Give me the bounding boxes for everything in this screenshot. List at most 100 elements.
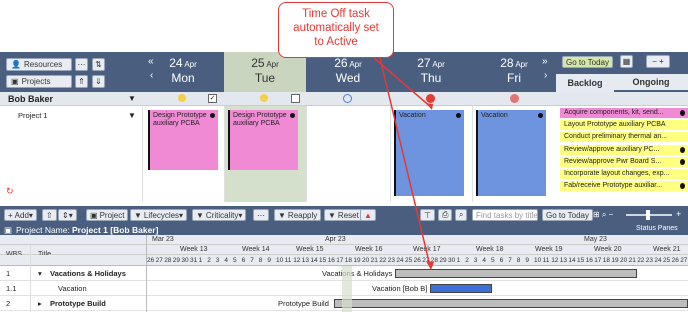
add-button[interactable]: + Add ▾	[4, 209, 37, 221]
list-item[interactable]: Incorporate layout changes, exp...	[560, 168, 688, 179]
month-label: Mar 23	[152, 236, 174, 243]
move-down-icon[interactable]: ⇓	[92, 75, 105, 88]
expand-icon: ▸	[38, 299, 42, 308]
day-label: 11	[284, 257, 292, 264]
collapse-icon: ▾	[38, 269, 42, 278]
day-label: 8	[516, 257, 521, 264]
day-label: 23	[645, 257, 654, 264]
week-label: Week 21	[653, 246, 681, 253]
resources-button[interactable]: 👤 Resources	[6, 58, 72, 71]
gantt-month-header: Mar 23 Apr 23 May 23	[0, 235, 688, 245]
day-header-today: 25 Apr Tue	[224, 52, 306, 92]
indent-icon[interactable]: ⇕▾	[58, 209, 77, 221]
status-dot-icon	[210, 113, 215, 118]
search-input[interactable]: Find tasks by title	[472, 209, 538, 221]
status-panes-button[interactable]: Status Panes	[636, 225, 678, 232]
wbs-cell: 2	[6, 299, 11, 308]
list-item[interactable]: Acquire components, kit, send...	[560, 108, 688, 118]
bar-label: Prototype Build	[278, 299, 329, 308]
list-item[interactable]: Review/approve auxiliary PC...	[560, 144, 688, 155]
day-number: 25 Apr	[251, 56, 279, 70]
resource-row: Bob Baker ▼ ✓	[0, 92, 688, 106]
projects-button[interactable]: ▣ Projects	[6, 75, 72, 88]
day-label: 4	[482, 257, 487, 264]
day-label: 12	[293, 257, 301, 264]
day-label: 21	[628, 257, 636, 264]
task-bar[interactable]	[430, 284, 492, 293]
annotation-callout: Time Off task automatically set to Activ…	[278, 2, 394, 58]
project-bar: ▣ Project Name: Project 1 [Bob Baker] St…	[0, 224, 688, 235]
day-label: 29	[439, 257, 447, 264]
hierarchy-icon[interactable]: ⊤	[420, 209, 435, 221]
zoom-icon[interactable]: ⊞ ⌕ −	[590, 209, 616, 221]
tab-backlog[interactable]: Backlog	[556, 74, 614, 92]
day-label: 29	[172, 257, 181, 264]
day-label: 18	[602, 257, 611, 264]
day-label: 16	[585, 257, 593, 264]
list-item[interactable]: Layout Prototype auxiliary PCBA	[560, 120, 688, 131]
task-card[interactable]: Design Prototype auxiliary PCBA	[228, 110, 298, 170]
summary-bar[interactable]	[395, 269, 637, 278]
criticality-button[interactable]: ▼ Criticality ▾	[192, 209, 247, 221]
day-label: 10	[534, 257, 542, 264]
reset-button[interactable]: ▼ Reset	[324, 209, 363, 221]
week-label: Week 20	[594, 246, 622, 253]
reapply-button[interactable]: ▼ Reapply	[274, 209, 322, 221]
warning-icon[interactable]: ▲	[360, 209, 376, 221]
day-label: 26	[671, 257, 679, 264]
plus-icon[interactable]: +	[676, 209, 681, 219]
day-label: 9	[267, 257, 272, 264]
resource-panel: 👤 Resources ⋯ ⇅ ▣ Projects ⇑ ⇓	[0, 52, 142, 92]
day-label: 30	[448, 257, 456, 264]
day-name: Thu	[420, 71, 442, 85]
time-off-card[interactable]: Vacation	[394, 110, 464, 196]
day-label: 13	[559, 257, 568, 264]
time-off-card[interactable]: Vacation	[476, 110, 546, 196]
search-icon[interactable]: ⌕	[455, 209, 468, 221]
day-label: 5	[491, 257, 495, 264]
day-label: 6	[499, 257, 504, 264]
week-label: Week 13	[180, 246, 208, 253]
task-card-title: Vacation	[481, 112, 508, 119]
bar-label: Vacations & Holidays	[322, 269, 393, 278]
tab-ongoing[interactable]: Ongoing	[614, 74, 688, 92]
status-dot-icon	[680, 146, 685, 153]
day-number: 26 Apr	[334, 56, 362, 70]
chevron-down-icon[interactable]: ▼	[128, 94, 136, 103]
list-item[interactable]: Fab/receive Prototype auxiliar...	[560, 181, 688, 192]
list-item[interactable]: Conduct preliminary thermal an...	[560, 132, 688, 143]
day-label: 11	[542, 257, 550, 264]
today-marker	[342, 266, 352, 312]
day-label: 3	[473, 257, 478, 264]
callout-line: automatically set	[293, 22, 379, 34]
move-icon[interactable]: ⇧	[42, 209, 57, 221]
more-icon[interactable]: ⋯	[75, 58, 88, 71]
go-to-today-button[interactable]: Go to Today	[562, 56, 613, 68]
day-number: 28 Apr	[500, 56, 528, 70]
calendar-icon[interactable]: ▦	[620, 55, 633, 68]
more-icon[interactable]: ⋯	[253, 209, 269, 221]
refresh-icon[interactable]: ↻	[6, 186, 14, 197]
zoom-slider-handle[interactable]	[646, 210, 650, 220]
zoom-stepper[interactable]: − +	[646, 55, 670, 68]
print-icon[interactable]: ⎙	[438, 209, 453, 221]
list-item[interactable]: Review/approve Pwr Board S...	[560, 156, 688, 167]
project-name: Project 1	[18, 111, 48, 120]
task-card[interactable]: Design Prototype auxiliary PCBA	[148, 110, 218, 170]
go-to-today-button[interactable]: Go to Today	[542, 209, 593, 221]
day-label: 2	[207, 257, 211, 264]
chevron-down-icon[interactable]: ▼	[128, 111, 136, 120]
day-label: 26	[413, 257, 421, 264]
checkbox[interactable]	[291, 94, 300, 103]
move-up-icon[interactable]: ⇑	[75, 75, 88, 88]
checkbox-checked[interactable]: ✓	[208, 94, 217, 103]
status-dot-icon	[680, 110, 685, 116]
day-label: 25	[405, 257, 413, 264]
summary-bar[interactable]	[334, 299, 688, 308]
day-label: 22	[637, 257, 645, 264]
day-label: 13	[301, 257, 310, 264]
sort-icon[interactable]: ⇅	[92, 58, 105, 71]
title-cell: Prototype Build	[50, 299, 106, 308]
lifecycles-button[interactable]: ▼ Lifecycles ▾	[130, 209, 188, 221]
project-button[interactable]: ▣ Project	[86, 209, 129, 221]
